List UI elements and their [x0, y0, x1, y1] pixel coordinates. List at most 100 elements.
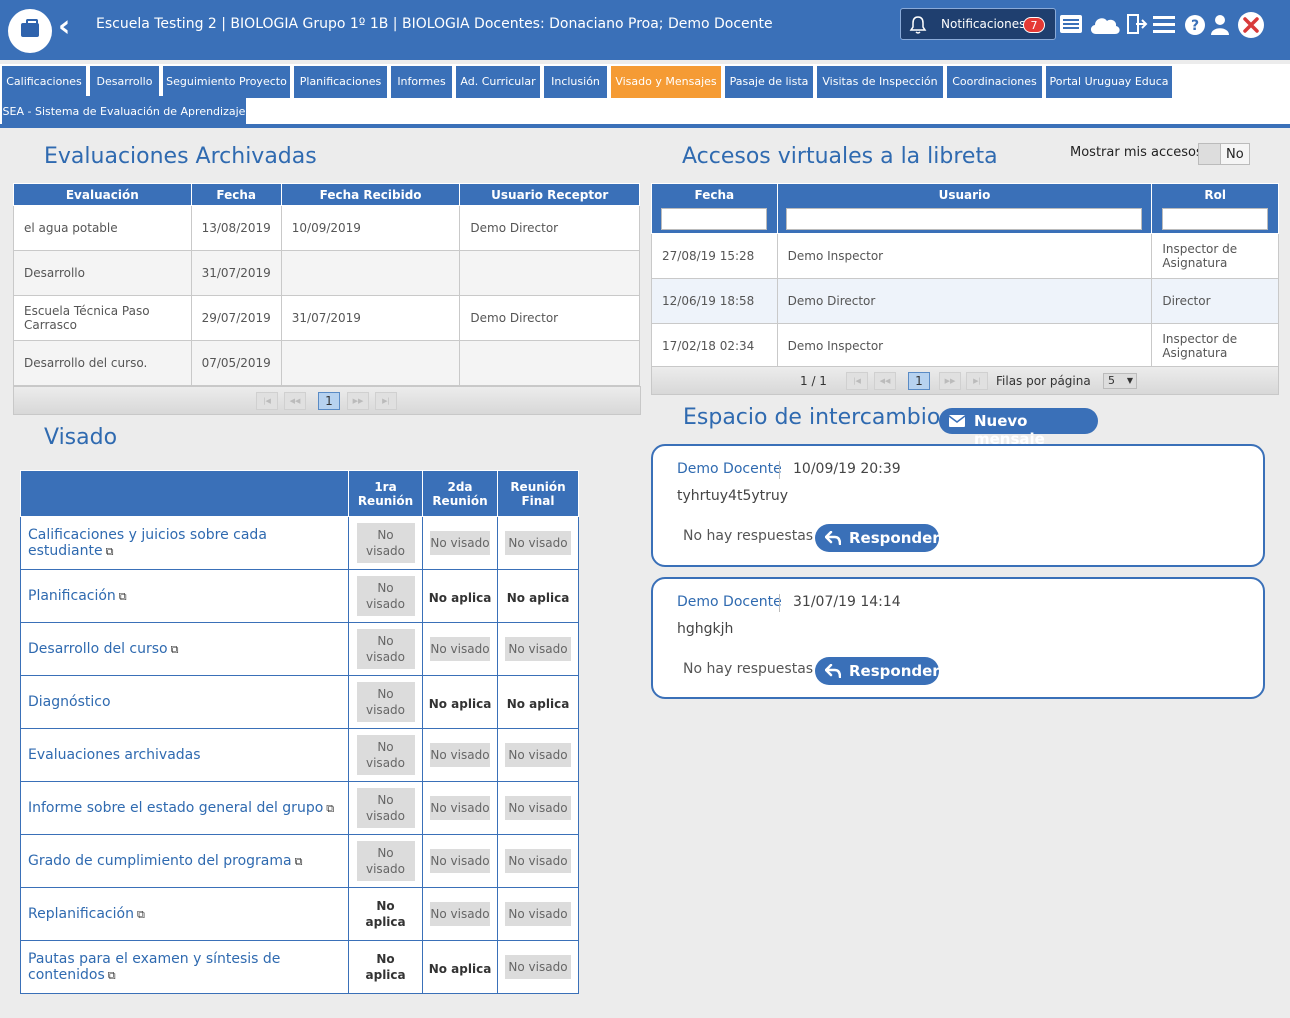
back-arrow-icon[interactable]: ‹ [58, 12, 80, 42]
external-link-icon[interactable]: ⧉ [108, 969, 116, 982]
visado-status-button[interactable]: No visado [430, 743, 490, 767]
table-row[interactable]: el agua potable 13/08/2019 10/09/2019 De… [13, 205, 640, 251]
visado-status-button[interactable]: No visado [356, 735, 415, 775]
reply-button[interactable]: Responder [815, 657, 940, 685]
col-evaluacion[interactable]: Evaluación [13, 183, 192, 206]
next-page-button[interactable]: ▶▶ [939, 372, 961, 390]
notifications-count-badge: 7 [1023, 17, 1045, 33]
message-author[interactable]: Demo Docente [677, 461, 782, 477]
mostrar-accesos-toggle[interactable]: No [1198, 143, 1250, 165]
prev-page-button[interactable]: ◀◀ [284, 392, 306, 410]
tab-portal-uruguay-educa[interactable]: Portal Uruguay Educa [1046, 66, 1172, 98]
svg-text:?: ? [1191, 18, 1199, 34]
external-link-icon[interactable]: ⧉ [295, 855, 303, 868]
visado-status-button[interactable]: No visado [430, 531, 490, 555]
tab-desarrollo[interactable]: Desarrollo [90, 66, 159, 98]
tab-coordinaciones[interactable]: Coordinaciones [947, 66, 1042, 98]
table-row[interactable]: Desarrollo del curso. 07/05/2019 [13, 340, 640, 386]
visado-item-link[interactable]: Pautas para el examen y síntesis de cont… [28, 951, 280, 983]
tab-ad-curricular[interactable]: Ad. Curricular [456, 66, 540, 98]
news-icon[interactable] [1059, 12, 1083, 36]
visado-status-cell: No visado [348, 569, 423, 623]
first-page-button[interactable]: |◀ [256, 392, 278, 410]
col-fecha-recibido[interactable]: Fecha Recibido [280, 183, 461, 206]
visado-status-button[interactable]: No visado [430, 637, 490, 661]
no-aplica-text: No aplica [428, 961, 492, 976]
table-row[interactable]: Escuela Técnica Paso Carrasco 29/07/2019… [13, 295, 640, 341]
visado-status-button[interactable]: No visado [505, 637, 571, 661]
visado-item-link[interactable]: Evaluaciones archivadas [28, 747, 201, 763]
external-link-icon[interactable]: ⧉ [137, 908, 145, 921]
reply-button[interactable]: Responder [815, 524, 940, 552]
visado-status-button[interactable]: No visado [356, 576, 415, 616]
tab-pasaje-de-lista[interactable]: Pasaje de lista [725, 66, 813, 98]
last-page-button[interactable]: ▶| [966, 372, 988, 390]
external-link-icon[interactable]: ⧉ [119, 590, 127, 603]
tab-visado-y-mensajes[interactable]: Visado y Mensajes [611, 66, 721, 98]
visado-item-link[interactable]: Replanificación [28, 906, 134, 922]
visado-status-button[interactable]: No visado [356, 523, 415, 563]
visado-status-button[interactable]: No visado [505, 531, 571, 555]
visado-status-button[interactable]: No visado [356, 788, 415, 828]
app-logo-icon[interactable] [8, 9, 52, 53]
tab-planificaciones[interactable]: Planificaciones [294, 66, 387, 98]
visado-status-button[interactable]: No visado [430, 849, 490, 873]
visado-status-button[interactable]: No visado [356, 682, 415, 722]
current-page[interactable]: 1 [908, 372, 930, 390]
visado-status-button[interactable]: No visado [430, 796, 490, 820]
visado-status-cell: No visado [422, 887, 498, 941]
current-page[interactable]: 1 [318, 392, 340, 410]
export-icon[interactable] [1125, 12, 1149, 36]
close-icon[interactable] [1237, 11, 1265, 39]
tab-calificaciones[interactable]: Calificaciones [2, 66, 86, 98]
rows-per-page-select[interactable]: 5 ▼ [1103, 373, 1137, 389]
help-icon[interactable]: ? [1184, 12, 1206, 36]
table-row[interactable]: 12/06/19 18:58 Demo Director Director [651, 278, 1279, 324]
visado-status-button[interactable]: No visado [505, 902, 571, 926]
fecha-filter-input[interactable] [661, 208, 768, 230]
rol-filter-input[interactable] [1162, 208, 1269, 230]
table-row[interactable]: 17/02/18 02:34 Demo Inspector Inspector … [651, 323, 1279, 369]
external-link-icon[interactable]: ⧉ [326, 802, 334, 815]
col-fecha-label[interactable]: Fecha [652, 188, 777, 202]
table-row[interactable]: Desarrollo 31/07/2019 [13, 250, 640, 296]
cloud-icon[interactable] [1088, 12, 1122, 36]
table-row[interactable]: 27/08/19 15:28 Demo Inspector Inspector … [651, 233, 1279, 279]
visado-item-link[interactable]: Grado de cumplimiento del programa [28, 853, 292, 869]
menu-icon[interactable] [1153, 12, 1175, 36]
visado-status-button[interactable]: No visado [505, 743, 571, 767]
visado-item-link[interactable]: Informe sobre el estado general del grup… [28, 800, 323, 816]
col-usuario-label[interactable]: Usuario [778, 188, 1152, 202]
tab-visitas-de-inspeccion[interactable]: Visitas de Inspección [817, 66, 943, 98]
prev-page-button[interactable]: ◀◀ [874, 372, 896, 390]
new-message-button[interactable]: Nuevo mensaje [939, 408, 1098, 448]
col-usuario-receptor[interactable]: Usuario Receptor [459, 183, 640, 206]
visado-status-button[interactable]: No visado [356, 841, 415, 881]
message-author[interactable]: Demo Docente [677, 594, 782, 610]
visado-status-button[interactable]: No visado [505, 796, 571, 820]
visado-item-link[interactable]: Diagnóstico [28, 694, 111, 710]
bell-icon [909, 16, 927, 34]
visado-item-link[interactable]: Planificación [28, 588, 116, 604]
col-rol-label[interactable]: Rol [1152, 188, 1278, 202]
external-link-icon[interactable]: ⧉ [171, 643, 179, 656]
last-page-button[interactable]: ▶| [375, 392, 397, 410]
tab-inclusion[interactable]: Inclusión [544, 66, 607, 98]
visado-status-button[interactable]: No visado [505, 955, 571, 979]
col-fecha[interactable]: Fecha [190, 183, 282, 206]
external-link-icon[interactable]: ⧉ [106, 545, 114, 558]
visado-status-cell: No visado [348, 516, 423, 570]
user-icon[interactable] [1210, 12, 1230, 36]
tab-seguimiento-proyecto[interactable]: Seguimiento Proyecto [163, 66, 290, 98]
tab-informes[interactable]: Informes [391, 66, 452, 98]
visado-item-link[interactable]: Calificaciones y juicios sobre cada estu… [28, 527, 267, 559]
usuario-filter-input[interactable] [786, 208, 1143, 230]
visado-status-button[interactable]: No visado [505, 849, 571, 873]
visado-item-link[interactable]: Desarrollo del curso [28, 641, 168, 657]
visado-status-button[interactable]: No visado [430, 902, 490, 926]
visado-status-button[interactable]: No visado [356, 629, 415, 669]
intercambio-title: Espacio de intercambio [683, 405, 941, 430]
first-page-button[interactable]: |◀ [846, 372, 868, 390]
notifications-button[interactable]: Notificaciones 7 [900, 8, 1056, 40]
next-page-button[interactable]: ▶▶ [347, 392, 369, 410]
